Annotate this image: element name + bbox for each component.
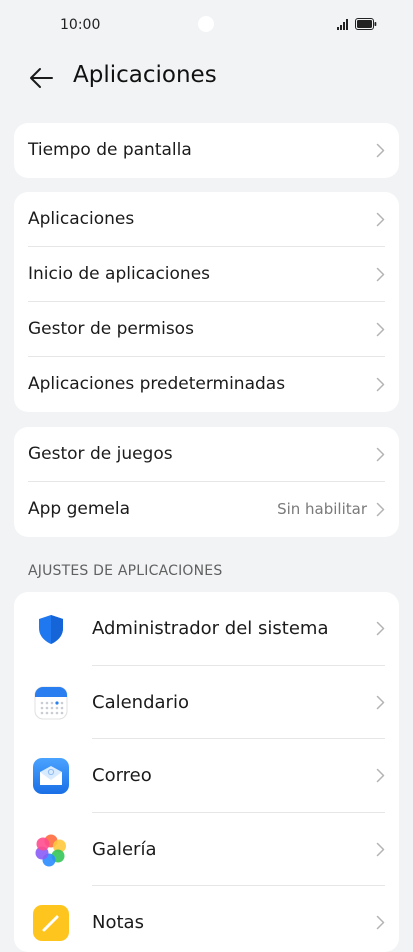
chevron-right-icon [376, 915, 385, 930]
chevron-right-icon [376, 842, 385, 856]
app-label: Notas [92, 912, 144, 933]
settings-card-screen-time: Tiempo de pantalla [14, 123, 399, 178]
app-row-galeria[interactable]: Galería [14, 813, 399, 886]
row-gestor-de-juegos[interactable]: Gestor de juegos [14, 427, 399, 482]
mail-icon [33, 758, 69, 794]
row-label: Gestor de juegos [28, 444, 173, 464]
status-time: 10:00 [60, 17, 101, 33]
row-label: Tiempo de pantalla [28, 140, 192, 160]
app-row-calendario[interactable]: Calendario [14, 666, 399, 739]
notes-icon [33, 905, 69, 941]
app-label: Calendario [92, 691, 189, 713]
row-tiempo-de-pantalla[interactable]: Tiempo de pantalla [14, 123, 399, 178]
chevron-right-icon [376, 621, 385, 636]
gallery-flower-icon [35, 834, 66, 866]
status-bar: 10:00 [0, 0, 413, 52]
app-row-correo[interactable]: Correo [14, 739, 399, 813]
back-arrow-icon[interactable] [26, 62, 58, 94]
row-aplicaciones-predeterminadas[interactable]: Aplicaciones predeterminadas [14, 357, 399, 412]
app-row-notas[interactable]: Notas [14, 886, 399, 952]
row-label: Gestor de permisos [28, 319, 194, 339]
app-header: Aplicaciones [0, 52, 413, 104]
shield-icon [39, 615, 63, 644]
app-label: Administrador del sistema [92, 618, 329, 639]
chevron-right-icon [376, 502, 385, 517]
row-label: Aplicaciones predeterminadas [28, 374, 286, 394]
chevron-right-icon [376, 695, 385, 709]
signal-icon [337, 19, 348, 30]
chevron-right-icon [376, 267, 385, 282]
row-label: Inicio de aplicaciones [28, 264, 211, 284]
chevron-right-icon [376, 447, 385, 462]
chevron-right-icon [376, 377, 385, 392]
row-value-status: Sin habilitar [277, 500, 367, 518]
chevron-right-icon [376, 768, 385, 783]
row-aplicaciones[interactable]: Aplicaciones [14, 192, 399, 247]
chevron-right-icon [376, 143, 385, 158]
app-settings-list: Administrador del sistema Calendario Cor… [14, 592, 399, 952]
row-app-gemela[interactable]: App gemela Sin habilitar [14, 482, 399, 537]
page-title: Aplicaciones [73, 62, 217, 88]
chevron-right-icon [376, 322, 385, 337]
app-row-administrador[interactable]: Administrador del sistema [14, 592, 399, 666]
settings-card-games: Gestor de juegos App gemela Sin habilita… [14, 427, 399, 537]
section-title-app-settings: AJUSTES DE APLICACIONES [28, 563, 223, 579]
row-label: App gemela [28, 499, 131, 519]
row-label: Aplicaciones [28, 209, 135, 229]
battery-icon [355, 18, 377, 30]
front-camera-cutout [198, 16, 214, 32]
settings-card-apps: Aplicaciones Inicio de aplicaciones Gest… [14, 192, 399, 412]
app-label: Correo [92, 765, 152, 786]
row-inicio-de-aplicaciones[interactable]: Inicio de aplicaciones [14, 247, 399, 302]
chevron-right-icon [376, 212, 385, 227]
row-gestor-de-permisos[interactable]: Gestor de permisos [14, 302, 399, 357]
app-label: Galería [92, 838, 157, 860]
calendar-icon [34, 686, 68, 719]
